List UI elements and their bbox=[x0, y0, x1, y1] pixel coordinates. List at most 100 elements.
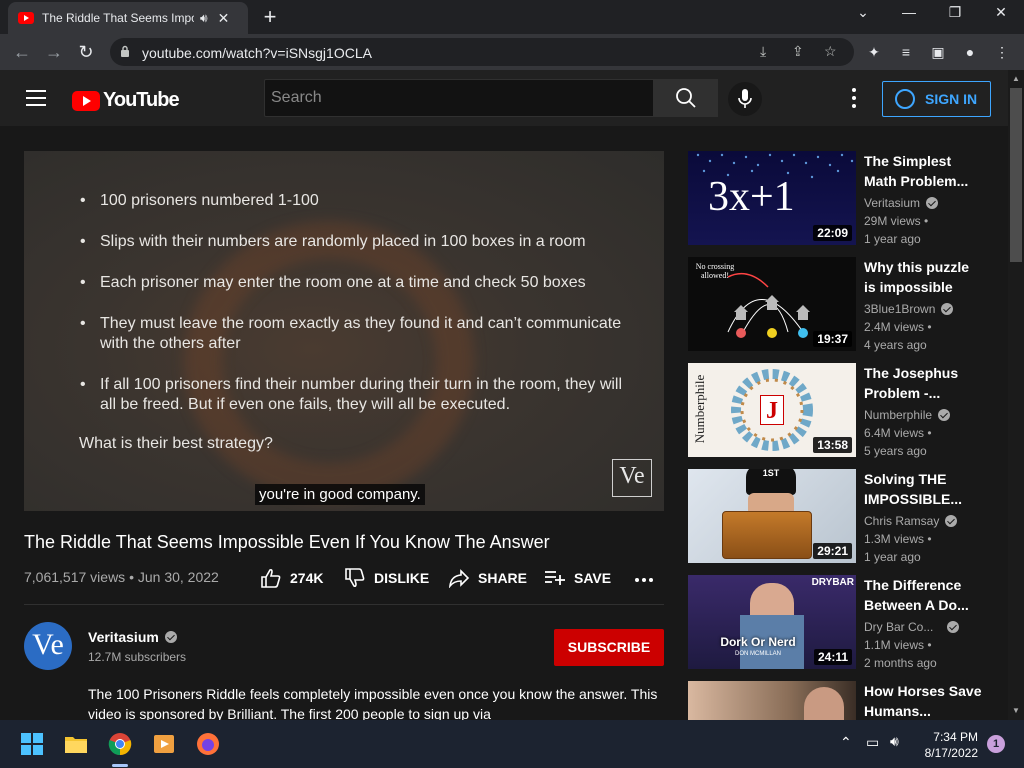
tab-search-chevron-icon[interactable]: ⌄ bbox=[851, 4, 875, 21]
playlist-add-icon bbox=[545, 571, 565, 585]
recommendation-title[interactable]: How Horses Save Humans... bbox=[864, 681, 982, 720]
extensions-icon[interactable]: ✦ bbox=[864, 42, 884, 62]
recommendation-title[interactable]: The Difference Between A Do... bbox=[864, 575, 982, 615]
page-scrollbar[interactable]: ▲ ▼ bbox=[1008, 70, 1024, 720]
video-thumbnail[interactable]: No crossing allowed! 19:37 bbox=[688, 257, 856, 351]
watch-page: 100 prisoners numbered 1-100 Slips with … bbox=[0, 126, 1008, 722]
browser-menu-icon[interactable]: ⋮ bbox=[992, 42, 1012, 62]
reload-icon[interactable]: ↻ bbox=[74, 40, 98, 64]
dislike-label: DISLIKE bbox=[374, 570, 430, 586]
media-player-icon[interactable] bbox=[152, 732, 176, 756]
video-thumbnail[interactable]: Numberphile J 13:58 bbox=[688, 363, 856, 457]
share-arrow-icon bbox=[448, 569, 470, 588]
install-app-icon[interactable]: ⤓ bbox=[760, 43, 766, 60]
system-clock[interactable]: 7:34 PM 8/17/2022 bbox=[918, 729, 978, 761]
voice-search-button[interactable] bbox=[728, 82, 762, 116]
save-button[interactable]: SAVE bbox=[544, 568, 611, 588]
restore-icon[interactable]: ❐ bbox=[943, 4, 967, 21]
thumbnail-text: 3x+1 bbox=[708, 174, 795, 220]
channel-watermark[interactable]: Ve bbox=[612, 459, 652, 497]
forward-arrow-icon[interactable]: → bbox=[42, 40, 66, 64]
url-text: youtube.com/watch?v=iSNsgj1OCLA bbox=[142, 45, 372, 61]
settings-more-icon[interactable] bbox=[846, 88, 862, 110]
video-duration: 13:58 bbox=[813, 437, 852, 453]
youtube-logo[interactable]: YouTube bbox=[72, 89, 180, 112]
scrollbar-thumb[interactable] bbox=[1010, 88, 1022, 262]
volume-icon[interactable]: 🔊︎ bbox=[890, 733, 899, 750]
file-explorer-icon[interactable] bbox=[64, 732, 88, 756]
recommendation-item[interactable]: 3x+1 22:09 The Simplest Math Problem... … bbox=[688, 151, 998, 247]
network-icon[interactable]: ▭ bbox=[866, 734, 879, 751]
verified-check-icon bbox=[947, 621, 960, 633]
microphone-icon bbox=[738, 89, 752, 108]
verified-check-icon bbox=[941, 303, 954, 315]
media-queue-icon[interactable]: ≡ bbox=[896, 42, 916, 62]
back-arrow-icon[interactable]: ← bbox=[10, 40, 34, 64]
recommendation-item[interactable]: How Horses Save Humans... bbox=[688, 681, 998, 720]
face-graphic bbox=[804, 687, 844, 720]
windows-start-icon[interactable] bbox=[20, 732, 44, 756]
verified-check-icon bbox=[164, 631, 177, 643]
recommendation-item[interactable]: Numberphile J 13:58 The Josephus Problem… bbox=[688, 363, 998, 459]
recommendation-item[interactable]: 1ST 29:21 Solving THE IMPOSSIBLE... Chri… bbox=[688, 469, 998, 565]
recommendation-channel: Veritasium bbox=[864, 196, 921, 210]
address-bar[interactable]: youtube.com/watch?v=iSNsgj1OCLA ⤓ ⇪ ☆ bbox=[110, 38, 854, 66]
share-page-icon[interactable]: ⇪ bbox=[792, 43, 804, 60]
youtube-play-logo-icon bbox=[72, 90, 100, 111]
thumbnail-text: Dork Or Nerd bbox=[720, 635, 796, 649]
close-tab-icon[interactable]: ✕ bbox=[218, 10, 230, 27]
close-window-icon[interactable]: ✕ bbox=[989, 4, 1013, 21]
share-button[interactable]: SHARE bbox=[448, 568, 527, 588]
video-caption: you're in good company. bbox=[255, 484, 425, 505]
video-thumbnail[interactable]: DRYBAR Dork Or Nerd DON MCMILLAN 24:11 bbox=[688, 575, 856, 669]
side-panel-icon[interactable]: ▣ bbox=[928, 42, 948, 62]
recommendation-title[interactable]: Solving THE IMPOSSIBLE... bbox=[864, 469, 982, 509]
divider bbox=[24, 604, 664, 605]
sign-in-button[interactable]: SIGN IN bbox=[882, 81, 991, 117]
dislike-button[interactable]: DISLIKE bbox=[344, 568, 429, 588]
more-actions-icon[interactable] bbox=[635, 578, 653, 582]
thumbnail-letter: J bbox=[760, 395, 784, 425]
recommendation-item[interactable]: No crossing allowed! 19:37 Why this puzz… bbox=[688, 257, 998, 353]
recommendation-title[interactable]: Why this puzzle is impossible bbox=[864, 257, 982, 297]
show-hidden-icons-chevron-icon[interactable]: ⌃ bbox=[840, 734, 852, 751]
channel-avatar[interactable]: Ve bbox=[24, 622, 72, 670]
new-tab-icon[interactable]: + bbox=[258, 4, 282, 30]
scroll-up-arrow-icon[interactable]: ▲ bbox=[1012, 74, 1020, 83]
video-duration: 19:37 bbox=[813, 331, 852, 347]
recommendation-channel-row: Numberphile bbox=[864, 408, 951, 422]
firefox-icon[interactable] bbox=[196, 732, 220, 756]
video-duration: 24:11 bbox=[813, 649, 852, 665]
slide-question: What is their best strategy? bbox=[79, 435, 273, 452]
thumbs-down-icon bbox=[345, 568, 365, 588]
scroll-down-arrow-icon[interactable]: ▼ bbox=[1012, 706, 1020, 715]
bookmark-star-icon[interactable]: ☆ bbox=[824, 43, 837, 60]
search-input[interactable] bbox=[265, 80, 653, 116]
video-thumbnail[interactable]: 1ST 29:21 bbox=[688, 469, 856, 563]
verified-check-icon bbox=[938, 409, 951, 421]
video-thumbnail[interactable]: 3x+1 22:09 bbox=[688, 151, 856, 245]
profile-icon[interactable]: ● bbox=[960, 42, 980, 62]
hamburger-menu-icon[interactable] bbox=[26, 90, 46, 106]
channel-name[interactable]: Veritasium bbox=[88, 629, 159, 645]
chrome-icon[interactable] bbox=[108, 732, 132, 756]
recommendation-item[interactable]: DRYBAR Dork Or Nerd DON MCMILLAN 24:11 T… bbox=[688, 575, 998, 671]
browser-tab[interactable]: The Riddle That Seems Impossible 🔊︎ ✕ bbox=[8, 2, 248, 34]
notification-badge[interactable]: 1 bbox=[987, 735, 1005, 753]
recommendation-title[interactable]: The Josephus Problem -... bbox=[864, 363, 982, 403]
recommendation-channel-row: Chris Ramsay bbox=[864, 514, 958, 528]
search-button[interactable] bbox=[654, 79, 718, 117]
sign-in-label: SIGN IN bbox=[925, 91, 978, 107]
video-description[interactable]: The 100 Prisoners Riddle feels completel… bbox=[88, 684, 668, 724]
recommendation-channel-row: Veritasium bbox=[864, 196, 939, 210]
recommendation-title[interactable]: The Simplest Math Problem... bbox=[864, 151, 982, 191]
like-button[interactable]: 274K bbox=[260, 568, 323, 588]
speaker-icon[interactable]: 🔊︎ bbox=[200, 11, 208, 26]
slide-bullet: Each prisoner may enter the room one at … bbox=[80, 273, 640, 293]
video-player[interactable]: 100 prisoners numbered 1-100 Slips with … bbox=[24, 151, 664, 511]
minimize-icon[interactable]: — bbox=[897, 4, 921, 20]
search-icon bbox=[676, 88, 696, 108]
video-thumbnail[interactable] bbox=[688, 681, 856, 720]
channel-name-row[interactable]: Veritasium bbox=[88, 629, 177, 645]
subscribe-button[interactable]: SUBSCRIBE bbox=[554, 629, 664, 666]
